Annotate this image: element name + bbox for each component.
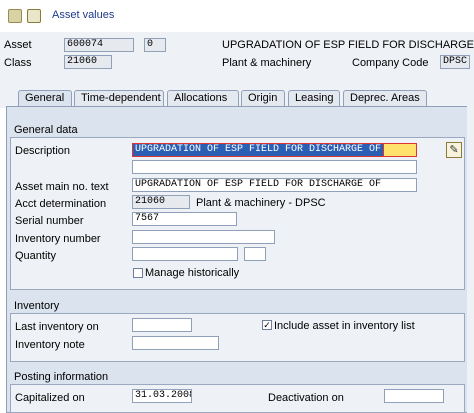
include-inventory-checkbox[interactable]: ✓: [262, 320, 272, 330]
application-toolbar: Asset values: [0, 0, 474, 32]
acct-determination-label: Acct determination: [15, 198, 107, 210]
serial-number-input[interactable]: 7567: [132, 212, 237, 226]
manage-historically-label: Manage historically: [145, 267, 240, 279]
inventory-number-label: Inventory number: [15, 233, 101, 245]
description-input[interactable]: UPGRADATION OF ESP FIELD FOR DISCHARGE O…: [132, 143, 384, 157]
document-icon[interactable]: [27, 9, 41, 23]
acct-determination-field[interactable]: 21060: [132, 195, 190, 209]
serial-number-label: Serial number: [15, 215, 84, 227]
tab-allocations[interactable]: Allocations: [167, 90, 239, 106]
deactivation-on-input[interactable]: [384, 389, 444, 403]
tab-deprec-areas[interactable]: Deprec. Areas: [343, 90, 427, 106]
quantity-unit-input[interactable]: [244, 247, 266, 261]
company-code-label: Company Code: [352, 57, 429, 69]
class-field[interactable]: 21060: [64, 55, 112, 69]
inventory-note-input[interactable]: [132, 336, 219, 350]
toolbar-title[interactable]: Asset values: [52, 9, 114, 21]
last-inventory-input[interactable]: [132, 318, 192, 332]
posting-info-title: Posting information: [10, 371, 465, 385]
asset-main-text-input[interactable]: UPGRADATION OF ESP FIELD FOR DISCHARGE O…: [132, 178, 417, 192]
description-label: Description: [15, 145, 71, 157]
description-line2-input[interactable]: [132, 160, 417, 174]
asset-subnumber-field[interactable]: 0: [144, 38, 166, 52]
quantity-input[interactable]: [132, 247, 238, 261]
asset-main-text-label: Asset main no. text: [15, 181, 109, 193]
deactivation-on-label: Deactivation on: [268, 392, 344, 404]
tab-general[interactable]: General: [18, 90, 72, 106]
inventory-title: Inventory: [10, 300, 465, 314]
asset-header: Asset 600074 0 UPGRADATION OF ESP FIELD …: [0, 32, 474, 84]
asset-number-field[interactable]: 600074: [64, 38, 134, 52]
company-code-field[interactable]: DPSC: [440, 55, 470, 69]
quantity-label: Quantity: [15, 250, 56, 262]
include-inventory-label: Include asset in inventory list: [274, 320, 415, 332]
manage-historically-checkbox[interactable]: [133, 268, 143, 278]
tab-time-dependent[interactable]: Time-dependent: [74, 90, 164, 106]
tab-origin[interactable]: Origin: [241, 90, 285, 106]
capitalized-on-label: Capitalized on: [15, 392, 85, 404]
acct-determination-desc: Plant & machinery - DPSC: [196, 197, 326, 209]
description-input-tail[interactable]: [384, 143, 417, 157]
capitalized-on-input[interactable]: 31.03.2008: [132, 389, 192, 403]
asset-label: Asset: [4, 39, 32, 51]
edit-text-icon[interactable]: ✎: [446, 142, 462, 158]
last-inventory-label: Last inventory on: [15, 321, 99, 333]
class-label: Class: [4, 57, 32, 69]
vertical-scrollbar[interactable]: [467, 106, 474, 413]
list-icon[interactable]: [8, 9, 22, 23]
class-description: Plant & machinery: [222, 57, 312, 69]
general-data-title: General data: [10, 124, 465, 138]
tab-leasing[interactable]: Leasing: [288, 90, 340, 106]
asset-title: UPGRADATION OF ESP FIELD FOR DISCHARGE O…: [222, 39, 474, 51]
inventory-note-label: Inventory note: [15, 339, 85, 351]
inventory-number-input[interactable]: [132, 230, 275, 244]
